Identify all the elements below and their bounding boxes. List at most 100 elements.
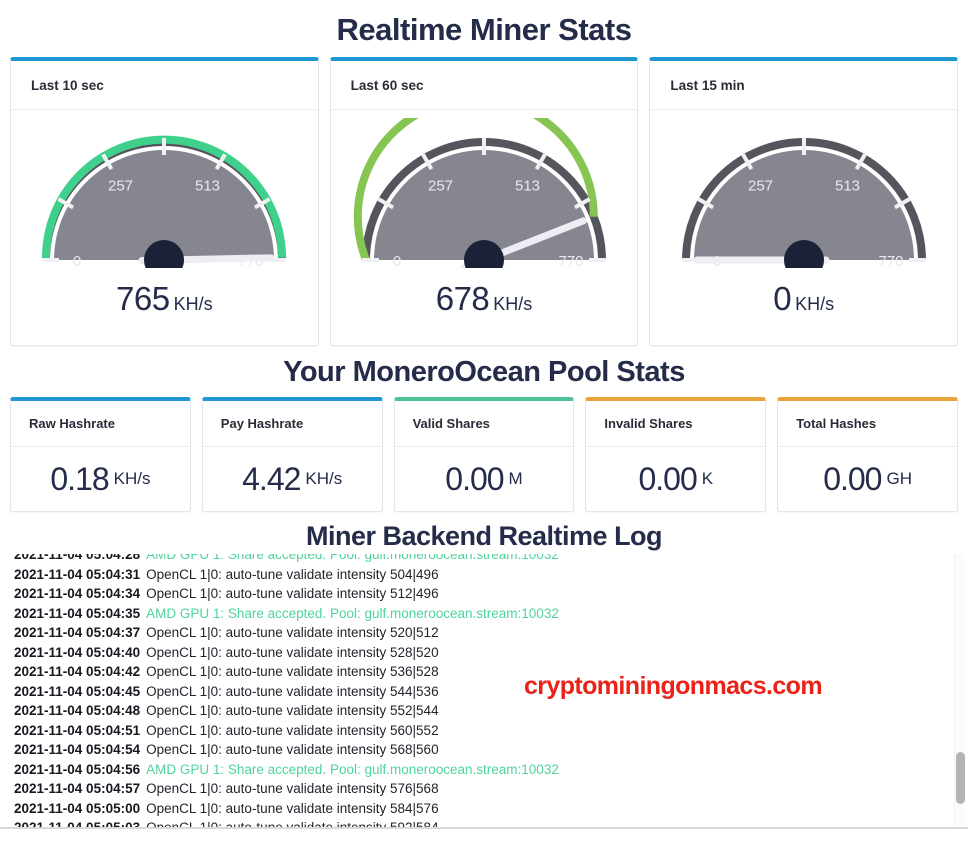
pool-stat-value: 4.42 bbox=[242, 460, 301, 497]
pool-stat-unit: KH/s bbox=[113, 469, 151, 488]
log-timestamp: 2021-11-04 05:04:37 bbox=[14, 625, 141, 640]
log-message: OpenCL 1|0: auto-tune validate intensity… bbox=[146, 781, 439, 796]
gauge-dial: 0257513770 bbox=[351, 118, 617, 268]
pool-stat-card: Raw Hashrate 0.18 KH/s bbox=[10, 397, 191, 512]
gauge-tick-label: 513 bbox=[515, 178, 540, 195]
log-message: OpenCL 1|0: auto-tune validate intensity… bbox=[146, 566, 439, 582]
pool-stat-unit: M bbox=[508, 469, 523, 488]
log-line: 2021-11-04 05:04:51 OpenCL 1|0: auto-tune… bbox=[14, 721, 944, 741]
pool-stat-unit: GH bbox=[886, 469, 912, 488]
gauge-tick-label: 257 bbox=[108, 178, 133, 195]
pool-stat-label: Raw Hashrate bbox=[11, 401, 190, 447]
log-line: 2021-11-04 05:04:28 AMD GPU 1: Share acce… bbox=[14, 554, 944, 565]
gauge-reading: 765 KH/s bbox=[116, 280, 213, 318]
pool-stat-value-row: 0.00 M bbox=[395, 447, 574, 511]
log-line: 2021-11-04 05:05:03 OpenCL 1|0: auto-tune… bbox=[14, 818, 944, 829]
log-line: 2021-11-04 05:04:48 OpenCL 1|0: auto-tune… bbox=[14, 701, 944, 721]
gauge-card: Last 60 sec 0 257 513 770 678 KH/s bbox=[329, 57, 639, 346]
log-scroll-content: 2021-11-04 05:04:28 AMD GPU 1: Share acce… bbox=[0, 554, 968, 829]
gauge-tick-label: 257 bbox=[748, 178, 773, 195]
log-timestamp: 2021-11-04 05:04:54 bbox=[14, 742, 141, 757]
log-timestamp: 2021-11-04 05:05:00 bbox=[14, 800, 141, 816]
gauge-card-title: Last 60 sec bbox=[330, 61, 638, 110]
gauge-tick-label: 513 bbox=[195, 178, 220, 195]
log-line: 2021-11-04 05:04:37 OpenCL 1|0: auto-tune… bbox=[14, 623, 944, 643]
pool-stat-card: Pay Hashrate 4.42 KH/s bbox=[201, 397, 383, 512]
gauge-body: 0 257 513 770 678 KH/s bbox=[331, 110, 638, 345]
log-message: AMD GPU 1: Share accepted. Pool: gulf.mo… bbox=[146, 605, 559, 621]
log-timestamp: 2021-11-04 05:05:03 bbox=[14, 820, 141, 829]
gauge-reading-value: 765 bbox=[116, 280, 170, 317]
log-message: OpenCL 1|0: auto-tune validate intensity… bbox=[146, 800, 439, 816]
gauge-tick-label: 770 bbox=[878, 253, 903, 268]
log-scrollbar[interactable] bbox=[954, 554, 965, 827]
pool-stat-unit: KH/s bbox=[305, 469, 343, 488]
log-line: 2021-11-04 05:04:56 AMD GPU 1: Share acce… bbox=[14, 760, 944, 780]
gauge-reading-unit: KH/s bbox=[795, 294, 835, 314]
log-message: OpenCL 1|0: auto-tune validate intensity… bbox=[146, 683, 439, 699]
log-message: OpenCL 1|0: auto-tune validate intensity… bbox=[146, 625, 439, 640]
log-message: OpenCL 1|0: auto-tune validate intensity… bbox=[146, 820, 439, 829]
log-timestamp: 2021-11-04 05:04:35 bbox=[14, 605, 141, 621]
log-message: OpenCL 1|0: auto-tune validate intensity… bbox=[146, 722, 439, 738]
log-line: 2021-11-04 05:04:54 OpenCL 1|0: auto-tune… bbox=[14, 740, 944, 760]
pool-stat-label: Valid Shares bbox=[394, 401, 574, 447]
gauge-card: Last 15 min 0 257 513 770 0KH/s bbox=[649, 57, 959, 346]
log-message: AMD GPU 1: Share accepted. Pool: gulf.mo… bbox=[146, 761, 559, 777]
log-timestamp: 2021-11-04 05:04:45 bbox=[14, 683, 141, 699]
pool-stat-value: 0.00 bbox=[823, 460, 882, 497]
page-title-realtime-miner-stats: Realtime Miner Stats bbox=[336, 12, 632, 47]
log-timestamp: 2021-11-04 05:04:51 bbox=[14, 722, 141, 738]
log-message: OpenCL 1|0: auto-tune validate intensity… bbox=[146, 644, 439, 660]
gauge-card-row: Last 10 sec0257513770765KH/sLast 60 sec0… bbox=[0, 57, 968, 346]
gauge-tick-label: 0 bbox=[73, 253, 81, 268]
pool-stat-value-row: 4.42 KH/s bbox=[203, 447, 382, 511]
log-message: OpenCL 1|0: auto-tune validate intensity… bbox=[146, 664, 439, 679]
log-timestamp: 2021-11-04 05:04:56 bbox=[14, 761, 141, 777]
section-title-pool-stats: Your MoneroOcean Pool Stats bbox=[283, 356, 685, 388]
pool-stat-label: Invalid Shares bbox=[586, 401, 766, 447]
log-line: 2021-11-04 05:05:00 OpenCL 1|0: auto-tune… bbox=[14, 799, 944, 819]
gauge-card-title: Last 15 min bbox=[650, 61, 958, 110]
log-message: OpenCL 1|0: auto-tune validate intensity… bbox=[146, 703, 439, 718]
pool-stat-value: 0.00 bbox=[638, 460, 697, 497]
log-line: 2021-11-04 05:04:35 AMD GPU 1: Share acce… bbox=[14, 604, 944, 624]
gauge-tick-label: 770 bbox=[558, 253, 583, 268]
pool-stat-value-row: 0.18 KH/s bbox=[11, 447, 190, 511]
gauge-reading-unit: KH/s bbox=[493, 294, 533, 314]
log-line: 2021-11-04 05:04:45 OpenCL 1|0: auto-tune… bbox=[14, 682, 944, 702]
log-message: OpenCL 1|0: auto-tune validate intensity… bbox=[146, 742, 439, 757]
pool-stat-card-row: Raw Hashrate 0.18 KH/s Pay Hashrate 4.42 KH/s… bbox=[0, 397, 968, 512]
log-scrollbar-thumb[interactable] bbox=[956, 752, 965, 804]
pool-stat-value-row: 0.00 K bbox=[586, 447, 765, 511]
pool-stat-label: Pay Hashrate bbox=[202, 401, 382, 447]
gauge-tick-label: 513 bbox=[835, 178, 860, 195]
gauge-dial: 0257513770 bbox=[31, 118, 297, 268]
miner-log-panel[interactable]: 2021-11-04 05:04:28 AMD GPU 1: Share acce… bbox=[0, 554, 968, 829]
log-timestamp: 2021-11-04 05:04:42 bbox=[14, 664, 141, 679]
gauge-body: 0257513770765KH/s bbox=[11, 110, 318, 345]
log-timestamp: 2021-11-04 05:04:40 bbox=[14, 644, 141, 660]
pool-stat-card: Invalid Shares 0.00 K bbox=[585, 397, 767, 512]
gauge-tick-label: 0 bbox=[393, 253, 401, 268]
pool-stat-value: 0.00 bbox=[445, 460, 504, 497]
pool-stat-value-row: 0.00 GH bbox=[778, 447, 957, 511]
log-line: 2021-11-04 05:04:42 OpenCL 1|0: auto-tune… bbox=[14, 662, 944, 682]
pool-stat-card: Valid Shares 0.00 M bbox=[393, 397, 575, 512]
log-timestamp: 2021-11-04 05:04:48 bbox=[14, 703, 141, 718]
gauge-card-title: Last 10 sec bbox=[11, 61, 318, 110]
log-timestamp: 2021-11-04 05:04:57 bbox=[14, 781, 141, 796]
gauge-reading: 0 KH/s bbox=[773, 280, 834, 318]
pool-stat-label: Total Hashes bbox=[778, 401, 957, 447]
log-line: 2021-11-04 05:04:57 OpenCL 1|0: auto-tune… bbox=[14, 779, 944, 799]
pool-stat-value: 0.18 bbox=[50, 460, 109, 497]
gauge-body: 0 257 513 770 0KH/s bbox=[650, 110, 957, 345]
page-root: Realtime Miner Stats Last 10 sec 0 257 513 7… bbox=[0, 0, 968, 846]
gauge-reading-unit: KH/s bbox=[173, 294, 213, 314]
gauge-dial: 0257513770 bbox=[671, 118, 937, 268]
log-message: OpenCL 1|0: auto-tune validate intensity… bbox=[146, 586, 439, 601]
gauge-reading: 678 KH/s bbox=[436, 280, 533, 318]
log-timestamp: 2021-11-04 05:04:34 bbox=[14, 586, 141, 601]
log-message: AMD GPU 1: Share accepted. Pool: gulf.mo… bbox=[146, 554, 559, 562]
log-line: 2021-11-04 05:04:40 OpenCL 1|0: auto-tune… bbox=[14, 643, 944, 663]
